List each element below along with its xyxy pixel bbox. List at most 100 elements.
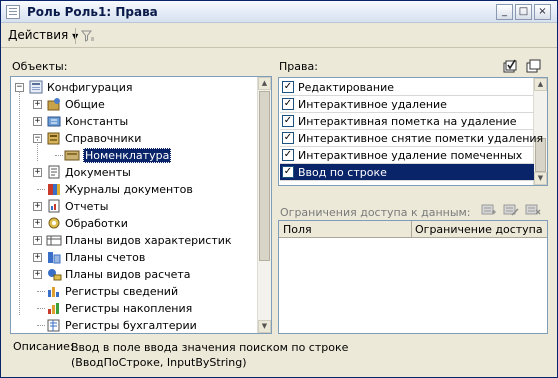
accum-registers-icon bbox=[48, 303, 59, 314]
tree-item[interactable]: − Конфигурация bbox=[11, 79, 259, 96]
right-item[interactable]: ✓ Интерактивное удаление помеченных bbox=[280, 147, 534, 164]
tree-item[interactable]: Регистры бухгалтерии bbox=[11, 317, 259, 333]
tree-connector bbox=[37, 291, 45, 292]
expand-icon[interactable]: + bbox=[33, 236, 42, 245]
info-registers-icon bbox=[48, 287, 59, 297]
menu-separator bbox=[75, 28, 76, 44]
description-line-2: (ВводПоСтроке, InputByString) bbox=[71, 356, 247, 369]
tree-scrollbar[interactable]: ▲ ▼ bbox=[257, 77, 271, 333]
edit-restriction-icon[interactable] bbox=[503, 203, 519, 217]
rights-scroll-down-icon[interactable]: ▼ bbox=[534, 172, 547, 185]
minimize-button[interactable]: _ bbox=[496, 4, 513, 20]
column-header-restriction[interactable]: Ограничение доступа bbox=[415, 223, 543, 236]
tree-item[interactable]: Регистры сведений bbox=[11, 283, 259, 300]
right-item[interactable]: ✓ Интерактивное удаление bbox=[280, 96, 534, 113]
char-plans-icon bbox=[46, 235, 62, 246]
tree-connector bbox=[37, 189, 45, 190]
window-form-icon bbox=[6, 5, 20, 19]
catalog-item-icon bbox=[64, 150, 80, 161]
restrictions-label: Ограничения доступа к данным: bbox=[280, 206, 471, 219]
expand-icon[interactable]: + bbox=[33, 253, 42, 262]
right-checkbox[interactable]: ✓ bbox=[282, 98, 294, 110]
tree-item[interactable]: + Документы bbox=[11, 164, 259, 181]
expand-icon[interactable]: + bbox=[33, 219, 42, 228]
scroll-thumb[interactable] bbox=[259, 91, 270, 261]
config-icon bbox=[29, 80, 43, 94]
right-item-label: Интерактивная пометка на удаление bbox=[298, 115, 517, 128]
tree-item[interactable]: + Общие bbox=[11, 96, 259, 113]
right-item[interactable]: ✓ Ввод по строке bbox=[280, 164, 534, 181]
uncheck-all-icon[interactable] bbox=[524, 58, 542, 74]
scroll-up-arrow-icon[interactable]: ▲ bbox=[258, 77, 271, 90]
tree-item[interactable]: − Справочники bbox=[11, 130, 259, 147]
tree-item-label: Планы видов расчета bbox=[65, 268, 191, 281]
title-bar[interactable]: Роль Роль1: Права _ □ × bbox=[1, 1, 557, 23]
right-item-label: Редактирование bbox=[298, 81, 394, 94]
tree-guide-line bbox=[37, 139, 38, 161]
description-label: Описание: bbox=[13, 340, 74, 353]
reports-icon bbox=[48, 199, 60, 213]
tree-item-label: Обработки bbox=[65, 217, 128, 230]
tree-item-label: Справочники bbox=[65, 132, 142, 145]
add-restriction-icon[interactable] bbox=[481, 203, 497, 217]
objects-tree[interactable]: ▲ ▼ − Конфигурация + Общие + Константы − Справо… bbox=[10, 76, 272, 334]
scroll-down-arrow-icon[interactable]: ▼ bbox=[258, 320, 271, 333]
delete-restriction-icon[interactable] bbox=[525, 203, 541, 217]
tree-item-label: Журналы документов bbox=[65, 183, 193, 196]
expand-icon[interactable]: + bbox=[33, 270, 42, 279]
processing-icon bbox=[48, 217, 60, 229]
checkmark-icon: ✓ bbox=[283, 166, 293, 177]
right-item[interactable]: ✓ Интерактивная пометка на удаление bbox=[280, 113, 534, 130]
maximize-button[interactable]: □ bbox=[515, 4, 532, 20]
tree-item-label: Регистры накопления bbox=[65, 302, 193, 315]
expand-icon[interactable]: + bbox=[33, 100, 42, 109]
calc-plans-icon bbox=[48, 269, 62, 281]
tree-item-label: Отчеты bbox=[65, 200, 109, 213]
column-header-fields[interactable]: Поля bbox=[283, 223, 312, 236]
expand-icon[interactable]: + bbox=[33, 168, 42, 177]
tree-item[interactable]: + Планы видов характеристик bbox=[11, 232, 259, 249]
accounts-plans-icon bbox=[48, 252, 61, 264]
tree-item[interactable]: Журналы документов bbox=[11, 181, 259, 198]
tree-item[interactable]: + Планы счетов bbox=[11, 249, 259, 266]
checkmark-icon: ✓ bbox=[283, 81, 293, 92]
right-checkbox[interactable]: ✓ bbox=[282, 81, 294, 93]
tree-item[interactable]: Регистры накопления bbox=[11, 300, 259, 317]
column-divider[interactable] bbox=[411, 221, 412, 238]
filter-icon[interactable] bbox=[81, 29, 95, 43]
tree-item[interactable]: Номенклатура bbox=[11, 147, 259, 164]
description-text: Ввод в поле ввода значения поиском по ст… bbox=[71, 340, 371, 370]
checkmark-icon: ✓ bbox=[283, 98, 293, 109]
restrictions-table[interactable]: Поля Ограничение доступа bbox=[278, 220, 548, 334]
right-checkbox[interactable]: ✓ bbox=[282, 166, 294, 178]
table-header: Поля Ограничение доступа bbox=[279, 221, 547, 238]
rights-list[interactable]: ▲ ▼ ✓ Редактирование ✓ Интерактивное удален… bbox=[278, 77, 548, 186]
tree-item[interactable]: + Константы bbox=[11, 113, 259, 130]
tree-item-label: Регистры бухгалтерии bbox=[65, 319, 197, 332]
command-bar: Действия ▼ bbox=[1, 24, 557, 48]
right-checkbox[interactable]: ✓ bbox=[282, 115, 294, 127]
tree-connector bbox=[55, 155, 63, 156]
right-checkbox[interactable]: ✓ bbox=[282, 149, 294, 161]
checkmark-icon: ✓ bbox=[283, 149, 293, 160]
tree-item[interactable]: + Обработки bbox=[11, 215, 259, 232]
right-checkbox[interactable]: ✓ bbox=[282, 132, 294, 144]
tree-item-label: Планы видов характеристик bbox=[65, 234, 232, 247]
tree-item-label: Константы bbox=[65, 115, 129, 128]
constants-icon bbox=[47, 116, 61, 127]
right-item[interactable]: ✓ Редактирование bbox=[280, 79, 534, 96]
tree-item[interactable]: + Отчеты bbox=[11, 198, 259, 215]
tree-item[interactable]: + Планы видов расчета bbox=[11, 266, 259, 283]
tree-item-label: Регистры сведений bbox=[65, 285, 179, 298]
expand-icon[interactable]: + bbox=[33, 117, 42, 126]
close-button[interactable]: × bbox=[534, 4, 551, 20]
right-item[interactable]: ✓ Интерактивное снятие пометки удаления bbox=[280, 130, 543, 147]
expand-icon[interactable]: + bbox=[33, 202, 42, 211]
rights-scroll-up-icon[interactable]: ▲ bbox=[534, 78, 547, 91]
tree-item-label: Планы счетов bbox=[65, 251, 146, 264]
checkmark-icon: ✓ bbox=[283, 132, 293, 143]
rights-label: Права: bbox=[279, 60, 318, 73]
actions-menu[interactable]: Действия ▼ bbox=[8, 28, 78, 42]
documents-icon bbox=[48, 165, 60, 179]
check-all-icon[interactable] bbox=[501, 58, 519, 74]
